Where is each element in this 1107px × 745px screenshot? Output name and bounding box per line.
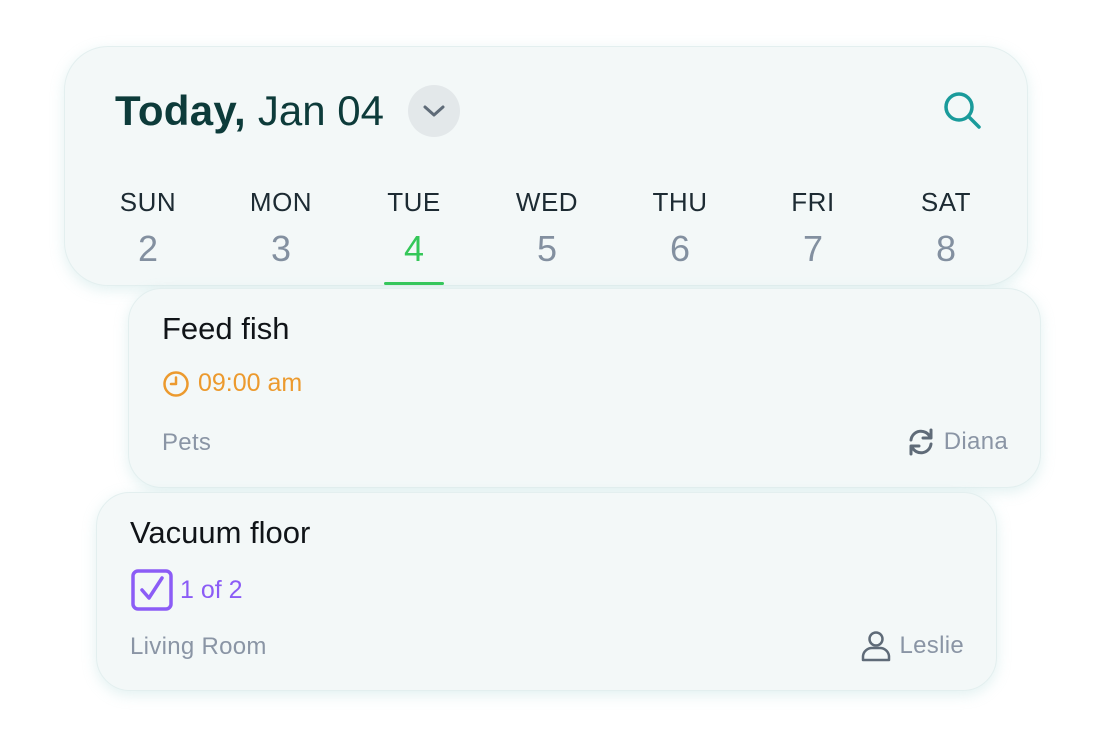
day-number: 6 [669, 228, 691, 269]
day-number: 3 [270, 228, 292, 269]
day-name: THU [652, 187, 708, 217]
date-dropdown-button[interactable] [408, 85, 461, 137]
day-sun[interactable]: SUN 2 [93, 185, 203, 269]
day-name: FRI [791, 187, 835, 217]
assignee-name: Diana [943, 428, 1008, 455]
day-number: 4 [403, 228, 425, 269]
task-title: Vacuum floor [130, 515, 311, 550]
day-name: SAT [920, 187, 972, 217]
task-assignee: Leslie [859, 629, 964, 663]
clock-icon [163, 370, 189, 397]
date-label: Jan 04 [257, 87, 385, 134]
day-sat[interactable]: SAT 8 [891, 185, 1001, 269]
task-category: Living Room [130, 633, 267, 660]
day-tue-selected[interactable]: TUE 4 [359, 185, 469, 285]
day-number: 5 [536, 228, 558, 269]
task-checklist-progress: 1 of 2 [130, 568, 243, 612]
task-category: Pets [162, 429, 212, 456]
assignee-name: Leslie [899, 632, 964, 659]
day-name: TUE [387, 187, 441, 217]
day-name: MON [249, 187, 313, 217]
day-wed[interactable]: WED 5 [492, 185, 602, 269]
task-title: Feed fish [162, 311, 290, 346]
checklist-progress-text: 1 of 2 [180, 575, 243, 604]
day-thu[interactable]: THU 6 [625, 185, 735, 269]
task-assignee: Diana [904, 425, 1008, 459]
today-label: Today, [115, 87, 246, 134]
search-icon [944, 92, 981, 129]
day-name: SUN [119, 187, 177, 217]
repeat-icon [909, 428, 933, 456]
date-title: Today, Jan 04 [115, 85, 461, 137]
day-name: WED [515, 187, 579, 217]
checkbox-checked-icon [131, 569, 173, 611]
app-screen: Today, Jan 04 SUN 2 MON 3 TUE 4 WED 5 TH… [0, 0, 1107, 745]
task-card-feed-fish[interactable]: Feed fish 09:00 am Pets Diana [128, 288, 1041, 488]
search-button[interactable] [941, 89, 985, 133]
day-fri[interactable]: FRI 7 [758, 185, 868, 269]
task-card-vacuum-floor[interactable]: Vacuum floor 1 of 2 Living Room Leslie [96, 492, 997, 691]
task-time-text: 09:00 am [198, 369, 303, 397]
selected-day-indicator [384, 282, 444, 285]
week-strip: SUN 2 MON 3 TUE 4 WED 5 THU 6 FRI 7 SAT … [81, 185, 1013, 287]
day-number: 7 [802, 228, 824, 269]
day-number: 8 [935, 228, 957, 269]
chevron-down-icon [423, 105, 445, 117]
person-icon [862, 631, 891, 662]
task-time: 09:00 am [162, 369, 302, 398]
date-header-card: Today, Jan 04 SUN 2 MON 3 TUE 4 WED 5 TH… [64, 46, 1028, 286]
day-mon[interactable]: MON 3 [226, 185, 336, 269]
day-number: 2 [137, 228, 159, 269]
